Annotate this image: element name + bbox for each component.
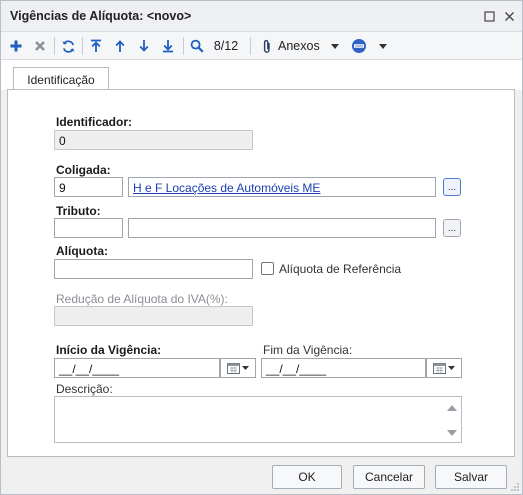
dialog-window: Vigências de Alíquota: <novo> 8/12 Anexo… xyxy=(0,0,523,495)
last-record-icon[interactable] xyxy=(159,35,177,57)
coligada-description-field[interactable]: H e F Locações de Automóveis ME xyxy=(128,177,436,197)
resize-grip-icon[interactable] xyxy=(510,482,520,492)
inicio-calendar-button[interactable] xyxy=(220,358,256,378)
tab-identificacao[interactable]: Identificação xyxy=(13,67,109,91)
coligada-lookup-button[interactable]: ... xyxy=(443,178,461,196)
record-counter: 8/12 xyxy=(213,39,239,53)
close-icon[interactable] xyxy=(500,7,518,25)
identificador-label: Identificador: xyxy=(56,115,133,129)
inicio-vigencia-field[interactable]: __/__/____ xyxy=(54,358,220,378)
database-icon[interactable] xyxy=(349,35,369,57)
calendar-icon xyxy=(227,363,240,374)
coligada-label: Coligada: xyxy=(56,163,111,177)
reducao-field xyxy=(54,306,253,326)
title-bar: Vigências de Alíquota: <novo> xyxy=(1,1,522,32)
descricao-textarea[interactable] xyxy=(54,396,462,443)
tab-strip: Identificação xyxy=(1,60,522,91)
toolbar-separator xyxy=(82,37,83,55)
aliquota-referencia-checkbox[interactable] xyxy=(261,262,274,275)
dropdown-arrow-icon[interactable] xyxy=(329,35,341,57)
maximize-icon[interactable] xyxy=(480,7,498,25)
descricao-label: Descrição: xyxy=(56,382,113,396)
coligada-code-field[interactable]: 9 xyxy=(54,177,123,197)
aliquota-field[interactable] xyxy=(54,259,253,279)
cancel-button[interactable]: Cancelar xyxy=(353,465,425,489)
tributo-label: Tributo: xyxy=(56,204,101,218)
scroll-down-icon[interactable] xyxy=(447,430,457,436)
identificador-field: 0 xyxy=(54,130,253,150)
paperclip-icon[interactable] xyxy=(259,35,275,57)
save-button[interactable]: Salvar xyxy=(435,465,507,489)
ok-button[interactable]: OK xyxy=(272,465,342,489)
refresh-icon[interactable] xyxy=(59,35,77,57)
aliquota-referencia-label[interactable]: Alíquota de Referência xyxy=(279,262,401,276)
tributo-lookup-button[interactable]: ... xyxy=(443,219,461,237)
aliquota-label: Alíquota: xyxy=(56,244,108,258)
chevron-down-icon xyxy=(448,366,455,370)
tributo-description-field[interactable] xyxy=(128,218,436,238)
dropdown-arrow-icon[interactable] xyxy=(377,35,389,57)
previous-record-icon[interactable] xyxy=(111,35,129,57)
fim-vigencia-label: Fim da Vigência: xyxy=(263,343,353,357)
next-record-icon[interactable] xyxy=(135,35,153,57)
fim-vigencia-field[interactable]: __/__/____ xyxy=(261,358,426,378)
window-title: Vigências de Alíquota: <novo> xyxy=(10,9,192,23)
toolbar: 8/12 Anexos xyxy=(1,32,522,60)
fim-calendar-button[interactable] xyxy=(426,358,462,378)
delete-icon[interactable] xyxy=(31,35,49,57)
toolbar-separator xyxy=(54,37,55,55)
inicio-vigencia-label: Início da Vigência: xyxy=(56,343,162,357)
toolbar-separator xyxy=(250,37,251,55)
attachments-label[interactable]: Anexos xyxy=(278,35,326,57)
scroll-up-icon[interactable] xyxy=(447,405,457,411)
footer: OK Cancelar Salvar xyxy=(1,457,522,494)
first-record-icon[interactable] xyxy=(87,35,105,57)
reducao-label: Redução de Alíquota do IVA(%): xyxy=(56,292,228,306)
tributo-code-field[interactable] xyxy=(54,218,123,238)
search-icon[interactable] xyxy=(188,35,206,57)
toolbar-separator xyxy=(183,37,184,55)
chevron-down-icon xyxy=(242,366,249,370)
calendar-icon xyxy=(433,363,446,374)
add-icon[interactable] xyxy=(7,35,25,57)
